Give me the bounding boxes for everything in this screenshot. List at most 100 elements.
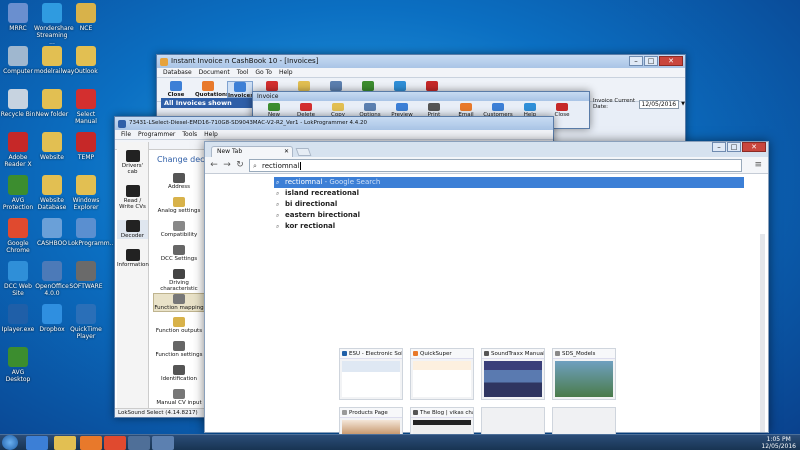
taskbar-media-icon[interactable] [80,436,102,450]
suggestion-item[interactable]: ⌕ bi directional [274,199,744,210]
chrome-window[interactable]: New Tab ✕ – □ ✕ ← → ↻ ⌕ rectiomnal ≡ ⌕ rect… [204,141,769,437]
omnibox-input[interactable]: ⌕ rectiomnal [249,159,742,172]
sidebar-item-drivers-cab[interactable]: Drivers' cab [117,150,148,175]
menu-help[interactable]: Help [279,68,293,77]
chevron-down-icon[interactable]: ▼ [681,101,685,107]
item-icon [173,365,185,375]
cashbook-tool-quotations[interactable]: Quotations [195,81,229,98]
most-visited-tile[interactable]: QuickSuper [410,348,474,400]
lok-item-manual-cv-input[interactable]: Manual CV input [153,389,205,406]
most-visited-tile[interactable]: SDS_Models [552,348,616,400]
desktop-icon[interactable]: Recycle Bin [0,89,36,118]
most-visited-tile[interactable]: SoundTraxx Manuals [481,348,545,400]
lok-titlebar[interactable]: 73431-LSelect-Diesel-EMD16-710G8-SD9043M… [115,117,553,130]
desktop-icon[interactable]: Dropbox [34,304,70,333]
system-clock[interactable]: 1:05 PM 12/05/2016 [761,436,796,450]
menu-goto[interactable]: Go To [255,68,272,77]
lok-item-address[interactable]: Address [153,173,205,190]
taskbar-chrome-icon[interactable] [104,436,126,450]
desktop-icon[interactable]: OpenOffice 4.0.0 [34,261,70,297]
menu-tools[interactable]: Tools [182,130,197,139]
start-button[interactable] [2,435,18,450]
chrome-menu-icon[interactable]: ≡ [754,160,762,170]
desktop-icon[interactable]: Iplayer.exe [0,304,36,333]
maximize-button[interactable]: □ [727,142,741,152]
desktop-icon[interactable]: SOFTWARE [68,261,104,290]
desktop-icon[interactable]: AVG Desktop [0,347,36,383]
lok-item-function-mapping[interactable]: Function mapping [153,293,205,312]
lok-item-compatibility[interactable]: Compatibility [153,221,205,238]
taskbar-cashbook-icon[interactable] [152,436,174,450]
desktop-icon[interactable]: NCE [68,3,104,32]
tile-preview [555,361,613,397]
most-visited-tile[interactable]: Products Page [339,407,403,437]
tab-new-tab[interactable]: New Tab ✕ [211,146,293,157]
close-icon[interactable]: ✕ [659,56,683,66]
taskbar-ie-icon[interactable] [26,436,48,450]
most-visited-tile[interactable]: ESU - Electronic Solu [339,348,403,400]
desktop-icon[interactable]: Select Manual [68,89,104,125]
desktop-icon[interactable]: Adobe Reader X [0,132,36,168]
minimize-button[interactable]: – [629,56,643,66]
new-tab-button[interactable] [295,148,312,156]
desktop-icon[interactable]: TEMP [68,132,104,161]
most-visited-tile[interactable]: The Blog | vikas chan [410,407,474,437]
desktop-icon[interactable]: MRRC [0,3,36,32]
menu-document[interactable]: Document [199,68,230,77]
menu-file[interactable]: File [121,130,131,139]
desktop-icon[interactable]: Website [34,132,70,161]
menu-database[interactable]: Database [163,68,192,77]
invoice-titlebar[interactable]: Invoice [253,92,589,101]
menu-programmer[interactable]: Programmer [138,130,175,139]
desktop-icon[interactable]: Computer [0,46,36,75]
suggestion-item[interactable]: ⌕ island recreational [274,188,744,199]
desktop-icon[interactable]: Website Database [34,175,70,211]
lok-item-function-outputs[interactable]: Function outputs [153,317,205,334]
cashbook-titlebar[interactable]: Instant Invoice n CashBook 10 - [Invoice… [157,55,685,68]
close-icon[interactable]: ✕ [284,147,289,157]
desktop-icon[interactable]: DCC Web Site [0,261,36,297]
sidebar-item-read-write[interactable]: Read / Write CVs [117,185,148,210]
desktop-icon[interactable]: modelrailway [34,46,74,75]
menu-help[interactable]: Help [204,130,218,139]
suggestion-item[interactable]: ⌕ kor rectional [274,221,744,232]
panel-title: All Invoices shown [164,99,232,107]
desktop-icon[interactable]: Outlook [68,46,104,75]
desktop-icon[interactable]: QuickTime Player [68,304,104,340]
close-icon[interactable]: ✕ [742,142,766,152]
desktop-icon[interactable]: CASHBOO [34,218,70,247]
toolbar-icon [330,81,342,91]
desktop-icon[interactable]: Windows Explorer [68,175,104,211]
lok-item-driving-characteristic[interactable]: Driving characteristic [153,269,205,292]
lok-item-analog-settings[interactable]: Analog settings [153,197,205,214]
lok-item-function-settings[interactable]: Function settings [153,341,205,358]
tile-title: ESU - Electronic Solu [349,351,402,357]
cashbook-tool-close[interactable]: Close [163,81,189,98]
tile-preview [484,361,542,397]
lok-item-dcc-settings[interactable]: DCC Settings [153,245,205,262]
lok-item-identification[interactable]: Identification [153,365,205,382]
sidebar-item-decoder[interactable]: Decoder [117,220,148,239]
invoice-date-area: Invoice Current Date: 12/05/2016 ▼ [593,98,685,110]
invoice-date-field[interactable]: 12/05/2016 [638,99,680,109]
taskbar-lokprog-icon[interactable] [128,436,150,450]
chrome-toolbar: ← → ↻ ⌕ rectiomnal ≡ [205,157,768,174]
minimize-button[interactable]: – [712,142,726,152]
reload-icon[interactable]: ↻ [234,160,246,170]
desktop-icon[interactable]: AVG Protection [0,175,36,211]
forward-arrow-icon[interactable]: → [221,160,233,170]
suggestion-item[interactable]: ⌕ rectiomnal - Google Search [274,177,744,188]
cashbook-tool-invoices[interactable]: Invoices [227,81,253,99]
scrollbar[interactable] [760,234,765,432]
sidebar-item-information[interactable]: Information [117,249,149,268]
favicon-icon [342,410,347,415]
menu-tool[interactable]: Tool [237,68,249,77]
suggestion-item[interactable]: ⌕ eastern birectional [274,210,744,221]
back-arrow-icon[interactable]: ← [208,160,220,170]
maximize-button[interactable]: □ [644,56,658,66]
taskbar-explorer-icon[interactable] [54,436,76,450]
desktop-icon[interactable]: Wondershare Streaming ... [34,3,74,46]
desktop-icon[interactable]: New folder [34,89,70,118]
desktop-icon[interactable]: LokProgramm... [68,218,115,247]
desktop-icon[interactable]: Google Chrome [0,218,36,254]
